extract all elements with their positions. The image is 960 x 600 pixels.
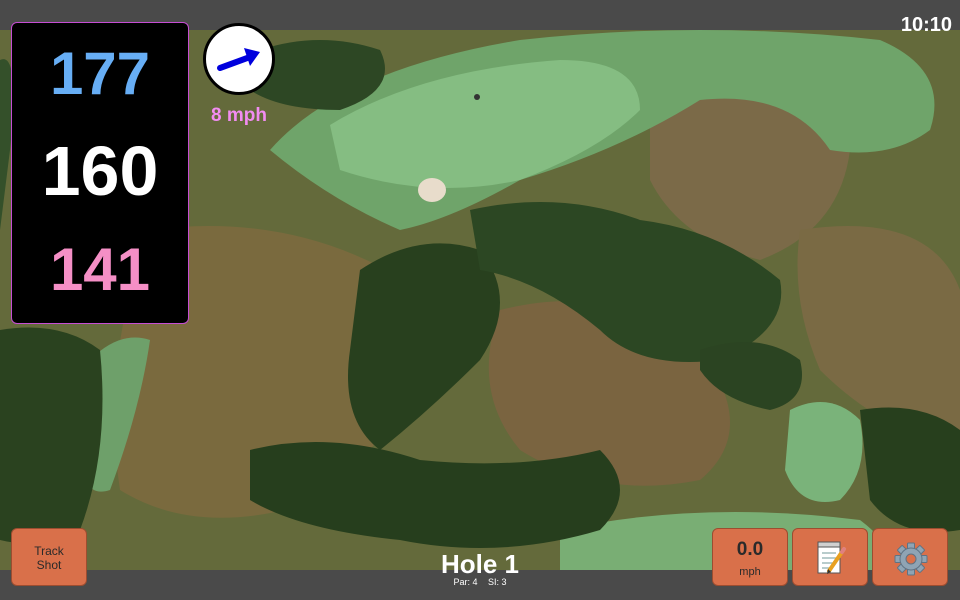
hole-par: Par: 4	[453, 577, 478, 587]
track-shot-button[interactable]: Track Shot	[11, 528, 87, 586]
back-distance: 177	[49, 40, 151, 107]
speed-unit: mph	[739, 566, 761, 578]
speed-button[interactable]: 0.0 mph	[712, 528, 788, 586]
gear-icon	[894, 542, 928, 576]
notes-button[interactable]	[792, 528, 868, 586]
middle-distance: 160	[41, 132, 159, 210]
speed-value: 0.0	[736, 539, 764, 560]
notepad-icon	[817, 541, 846, 574]
distance-panel: 177 160 141	[11, 22, 189, 324]
hole-title: Hole 1	[440, 549, 520, 579]
front-distance: 141	[49, 236, 151, 303]
hole-details: Par: 4 SI: 3	[380, 577, 580, 587]
track-shot-label-line1: Track	[34, 544, 64, 558]
wind-indicator	[203, 23, 275, 95]
hole-stroke-index: SI: 3	[488, 577, 507, 587]
track-shot-label-line2: Shot	[36, 558, 62, 572]
wind-direction-arrow-icon	[217, 48, 260, 71]
settings-button[interactable]	[872, 528, 948, 586]
status-clock: 10:10	[900, 14, 952, 36]
wind-speed-label: 8 mph	[211, 105, 267, 126]
